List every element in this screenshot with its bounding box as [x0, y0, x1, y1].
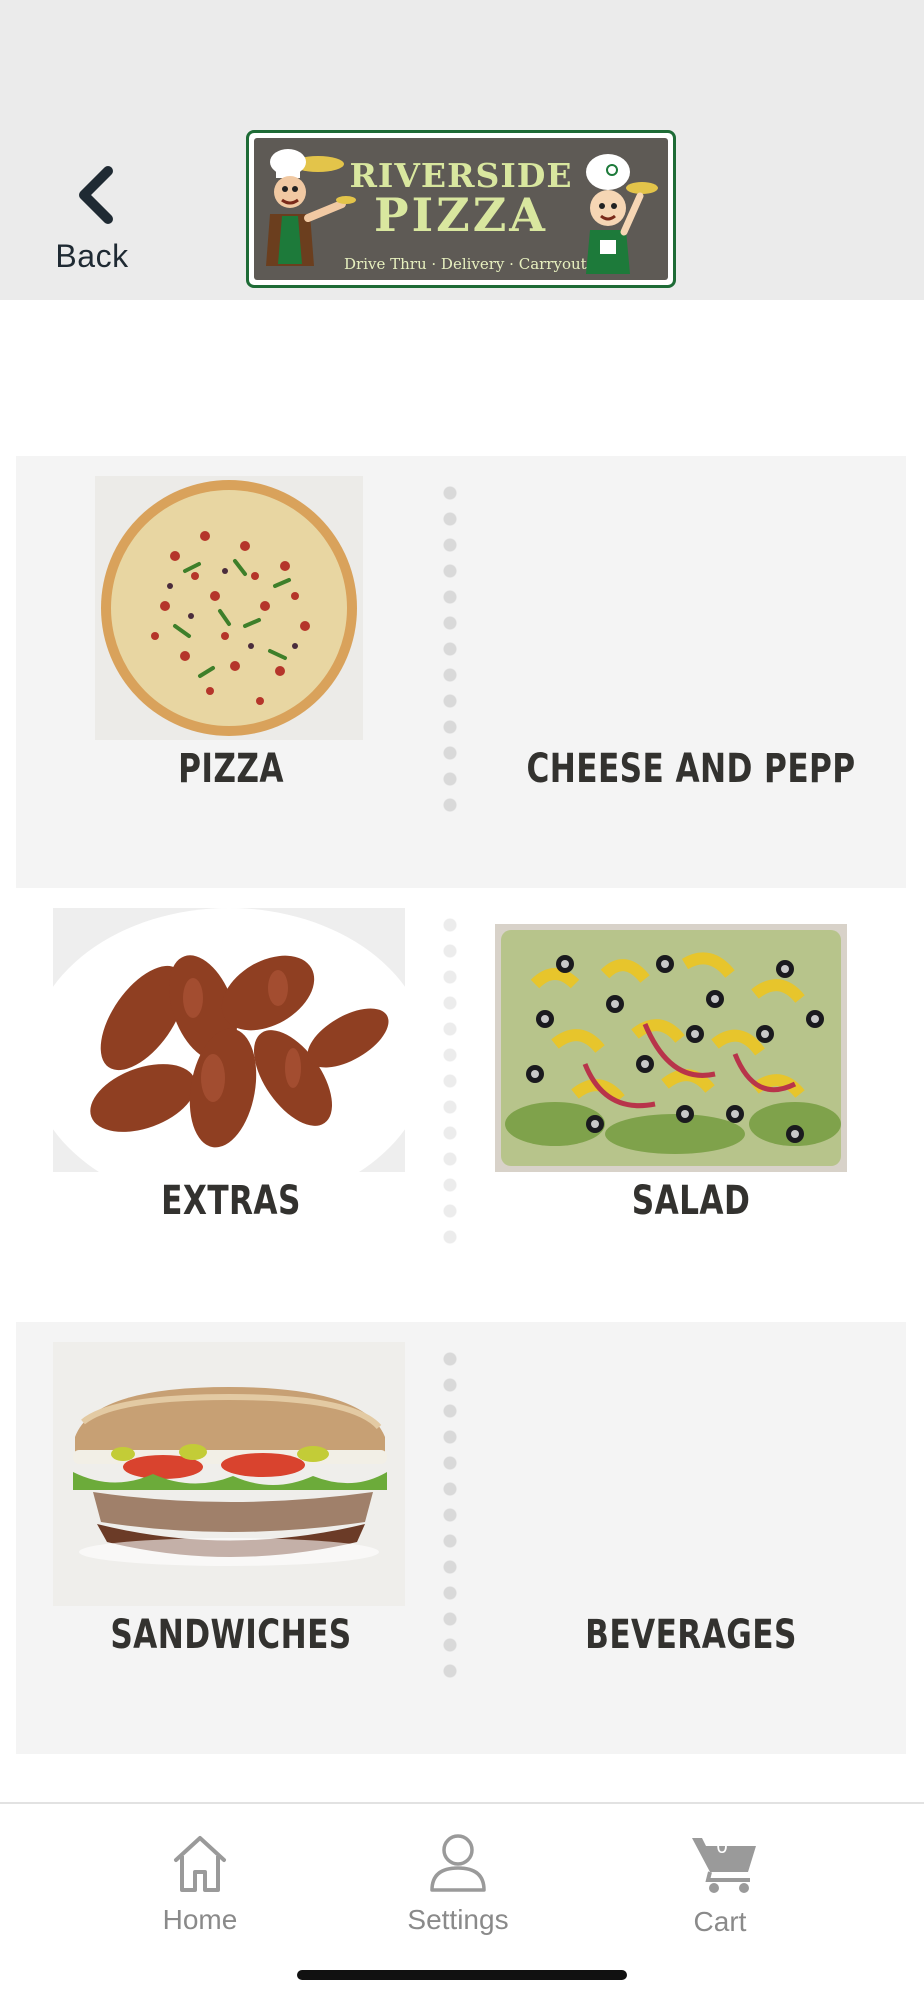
category-label: EXTRAS [161, 1178, 301, 1224]
category-row-1: PIZZA CHEESE AND PEPP [16, 456, 906, 888]
tab-cart[interactable]: 0 Cart [620, 1824, 820, 1944]
divider-dots [442, 480, 458, 820]
tab-home-label: Home [162, 1904, 238, 1935]
logo-panel: RIVERSIDE PIZZA Drive Thru · Delivery · … [254, 138, 668, 280]
category-beverages[interactable]: BEVERAGES [476, 1322, 906, 1754]
sandwich-photo [53, 1342, 405, 1606]
category-label: PIZZA [178, 746, 284, 792]
restaurant-logo: RIVERSIDE PIZZA Drive Thru · Delivery · … [246, 130, 676, 288]
category-extras[interactable]: EXTRAS [16, 888, 446, 1320]
divider-dots [442, 1346, 458, 1686]
chevron-left-icon [79, 166, 113, 224]
logo-tagline: Drive Thru · Delivery · Carryout [344, 255, 587, 273]
category-label: BEVERAGES [585, 1612, 797, 1658]
person-icon [430, 1834, 486, 1892]
pizza-photo [95, 476, 363, 740]
category-row-3: SANDWICHES BEVERAGES [16, 1322, 906, 1754]
back-button[interactable]: Back [40, 150, 150, 280]
chicken-wings-photo [53, 908, 405, 1172]
tab-settings[interactable]: Settings [358, 1824, 558, 1944]
cart-count-badge: 0 [716, 1836, 728, 1858]
category-label: CHEESE AND PEPP [526, 746, 856, 792]
chef-mascot-right-icon [586, 154, 658, 274]
category-pizza[interactable]: PIZZA [16, 456, 446, 888]
category-sandwiches[interactable]: SANDWICHES [16, 1322, 446, 1754]
app-screen: Back RIVERSIDE PIZZA Drive Thru · Delive… [0, 0, 924, 2000]
divider-dots [442, 912, 458, 1252]
category-cheese-and-pepp[interactable]: CHEESE AND PEPP [476, 456, 906, 888]
header-bar: Back RIVERSIDE PIZZA Drive Thru · Delive… [0, 0, 924, 300]
logo-title-line2: PIZZA [374, 188, 548, 242]
category-row-2: EXTRAS SALAD [16, 888, 906, 1320]
home-indicator [297, 1970, 627, 1980]
home-icon [174, 1836, 226, 1892]
tab-settings-label: Settings [407, 1904, 509, 1935]
category-label: SALAD [631, 1178, 751, 1224]
salad-photo [495, 924, 847, 1172]
chef-mascot-left-icon [266, 149, 356, 266]
tab-cart-label: Cart [693, 1906, 747, 1937]
category-salad[interactable]: SALAD [476, 888, 906, 1320]
category-label: SANDWICHES [110, 1612, 352, 1658]
tab-home[interactable]: Home [100, 1824, 300, 1944]
back-label: Back [55, 238, 129, 274]
